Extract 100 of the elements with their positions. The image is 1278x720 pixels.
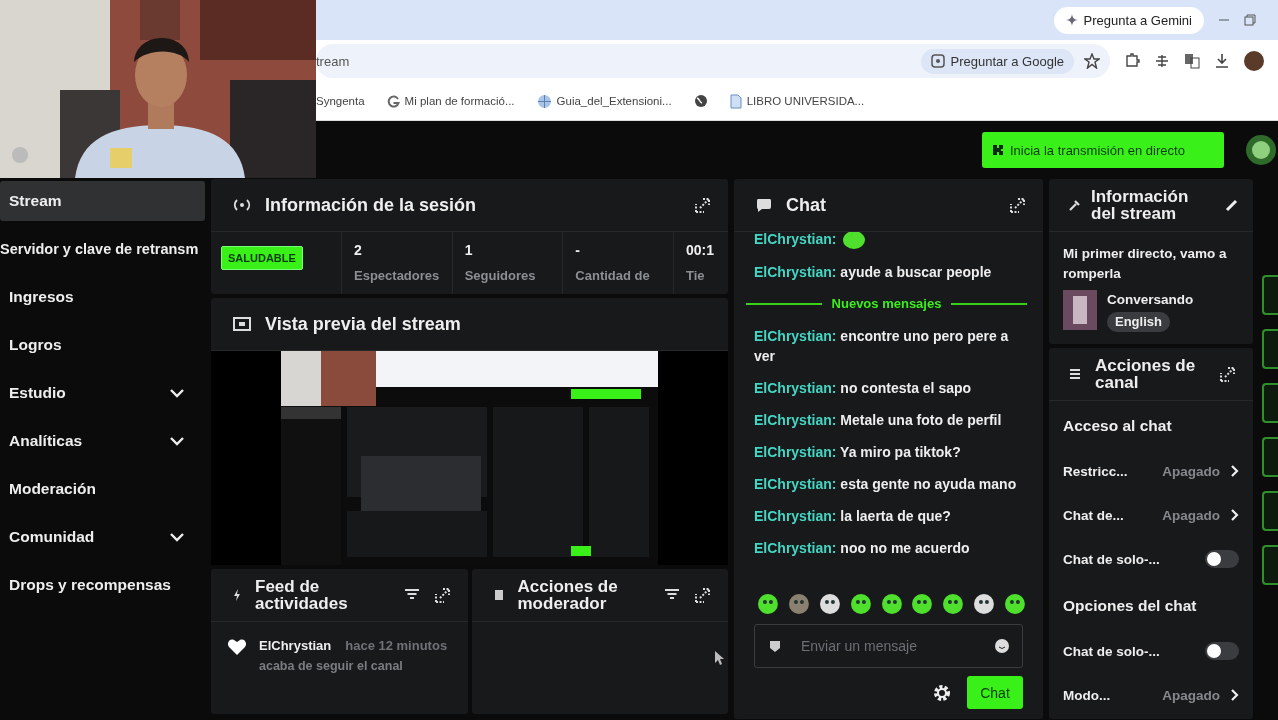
- profile-avatar[interactable]: [1244, 51, 1264, 71]
- setting-value: Apagado: [1162, 687, 1220, 703]
- chevron-down-icon: [169, 532, 185, 542]
- sidebar-item[interactable]: Logros: [0, 325, 205, 365]
- emote-icon: [842, 232, 867, 250]
- chevron-right-icon[interactable]: [1230, 508, 1239, 522]
- side-button[interactable]: [1262, 437, 1278, 477]
- panel-title: Información de la sesión: [265, 196, 478, 214]
- emote-icon[interactable]: [879, 592, 904, 616]
- filter-icon[interactable]: [664, 588, 680, 602]
- pencil-icon[interactable]: [1225, 198, 1239, 212]
- emote-icon[interactable]: [848, 592, 873, 616]
- bookmark[interactable]: LIBRO UNIVERSIDA...: [729, 93, 865, 109]
- send-button[interactable]: Chat: [967, 676, 1023, 709]
- sidebar-item[interactable]: Estudio: [0, 373, 205, 413]
- star-icon[interactable]: [1084, 53, 1100, 69]
- external-link-icon[interactable]: [1009, 196, 1027, 214]
- sidebar-item[interactable]: Moderación: [0, 469, 205, 509]
- side-button[interactable]: [1262, 491, 1278, 531]
- panel-title: Acciones de canal: [1095, 357, 1197, 391]
- section-heading: Opciones del chat: [1063, 596, 1198, 616]
- external-link-icon[interactable]: [694, 196, 712, 214]
- restore-icon[interactable]: [1244, 14, 1256, 26]
- emote-icon[interactable]: [910, 592, 935, 616]
- chat-message: ElChrystian: Metale una foto de perfil: [754, 411, 1003, 430]
- chat-message: ElChrystian: no contesta el sapo: [754, 379, 973, 398]
- bookmark[interactable]: Syngenta: [316, 95, 365, 107]
- bookmark[interactable]: Guia_del_Extensioni...: [536, 93, 672, 109]
- gemini-button[interactable]: Pregunta a Gemini: [1053, 6, 1204, 34]
- emote-icon[interactable]: [1003, 592, 1027, 616]
- emote-icon[interactable]: [941, 592, 966, 616]
- chat-username[interactable]: ElChrystian:: [754, 232, 837, 249]
- side-button[interactable]: [1262, 383, 1278, 423]
- translate-icon[interactable]: [1184, 53, 1200, 69]
- setting-label: Chat de solo-...: [1063, 551, 1161, 567]
- smiley-icon[interactable]: [995, 639, 1009, 653]
- panel-title: Chat: [786, 196, 827, 214]
- toggle-switch[interactable]: [1205, 550, 1239, 568]
- chat-bubble-icon: [756, 198, 772, 212]
- emote-icon[interactable]: [756, 592, 780, 616]
- sidebar-item[interactable]: Servidor y clave de retransm: [0, 229, 205, 269]
- chat-message: ElChrystian: ayude a buscar people: [754, 263, 993, 282]
- timestamp: hace 12 minutos: [345, 638, 448, 653]
- sidebar-item[interactable]: Analíticas: [0, 421, 205, 461]
- external-link-icon[interactable]: [433, 586, 452, 604]
- side-button[interactable]: [1262, 545, 1278, 585]
- emote-icon[interactable]: [972, 592, 997, 616]
- heart-icon: [227, 638, 247, 656]
- username: ElChrystian: [259, 638, 332, 653]
- language-tag: English: [1107, 312, 1170, 332]
- bolt-icon: [233, 589, 241, 601]
- chevron-right-icon[interactable]: [1230, 688, 1239, 702]
- sidebar-item[interactable]: Stream: [0, 181, 205, 221]
- go-live-button[interactable]: Inicia la transmisión en directo: [982, 132, 1224, 168]
- extensions-icon[interactable]: [1124, 53, 1140, 69]
- category-thumbnail[interactable]: [1063, 290, 1097, 330]
- activity-text: acaba de seguir el canal: [259, 659, 404, 673]
- download-icon[interactable]: [1214, 53, 1230, 69]
- status-badge: SALUDABLE: [221, 246, 303, 270]
- setting-label: Chat de solo-...: [1063, 643, 1161, 659]
- new-messages-divider: Nuevos mensajes: [831, 295, 942, 313]
- chat-message: ElChrystian: encontre uno pero pere a ver: [754, 327, 1010, 366]
- message-field[interactable]: Enviar un mensaje: [754, 624, 1023, 668]
- user-avatar[interactable]: [1246, 135, 1276, 165]
- chevron-down-icon: [169, 436, 185, 446]
- section-heading: Acceso al chat: [1063, 416, 1173, 436]
- bookmark[interactable]: Mi plan de formació...: [386, 94, 515, 108]
- chevron-right-icon[interactable]: [1230, 464, 1239, 478]
- preview-icon: [233, 317, 251, 331]
- address-text[interactable]: tream: [316, 53, 350, 69]
- side-button[interactable]: [1262, 275, 1278, 315]
- chat-message: ElChrystian: Ya miro pa tiktok?: [754, 443, 962, 462]
- setting-label[interactable]: Restricc...: [1063, 463, 1153, 479]
- emote-icon[interactable]: [817, 592, 842, 616]
- stat-value: 2: [354, 242, 363, 258]
- stat-value: 00:1: [686, 242, 716, 258]
- setting-label[interactable]: Modo...: [1063, 687, 1153, 703]
- panel-title: Feed de actividades: [255, 578, 349, 612]
- lens-button[interactable]: Preguntar a Google: [920, 48, 1074, 74]
- settings-icon[interactable]: [933, 683, 951, 702]
- category-name[interactable]: Conversando: [1107, 290, 1194, 310]
- cursor-icon: [714, 650, 724, 666]
- stream-title: Mi primer directo, vamo a romperla: [1063, 245, 1228, 283]
- stat-label: Seguidores: [464, 268, 537, 283]
- setting-label[interactable]: Chat de...: [1063, 507, 1153, 523]
- filter-icon[interactable]: [403, 588, 420, 602]
- side-button[interactable]: [1262, 329, 1278, 369]
- sidebar-item[interactable]: Ingresos: [0, 277, 205, 317]
- external-link-icon[interactable]: [1219, 365, 1237, 383]
- toggle-switch[interactable]: [1205, 642, 1239, 660]
- sidebar-item[interactable]: Comunidad: [0, 517, 205, 557]
- broadcast-icon: [233, 199, 251, 211]
- panel-title: Acciones de moderador: [517, 578, 619, 612]
- stat-value: -: [575, 242, 581, 258]
- logo-icon: [992, 144, 1004, 156]
- external-link-icon[interactable]: [694, 586, 712, 604]
- sidebar-item[interactable]: Drops y recompensas: [0, 565, 205, 605]
- google-icon: [386, 94, 400, 108]
- shield-icon[interactable]: [768, 639, 782, 653]
- stat-value: 1: [464, 242, 474, 258]
